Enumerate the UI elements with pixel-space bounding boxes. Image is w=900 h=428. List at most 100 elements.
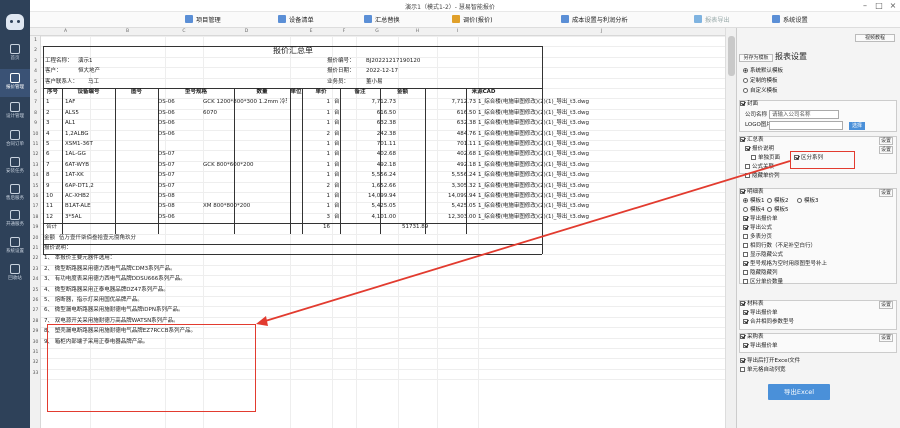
- purchase-opt-0[interactable]: 导出报价单: [743, 343, 778, 350]
- detail-setting-button[interactable]: 设置: [879, 189, 893, 197]
- close-icon[interactable]: ×: [886, 1, 900, 11]
- sidebar-item-service[interactable]: 开通服务: [0, 206, 30, 234]
- open-excel-checkbox[interactable]: 导出后打开Excel文件: [740, 358, 800, 365]
- column-label[interactable]: I: [437, 29, 478, 34]
- column-label[interactable]: J: [478, 29, 725, 34]
- row-label[interactable]: 13: [30, 163, 41, 168]
- purchase-setting-button[interactable]: 设置: [879, 334, 893, 342]
- cover-checkbox[interactable]: 封面: [740, 101, 758, 108]
- save-template-button[interactable]: 另存为模板: [739, 54, 773, 62]
- row-label[interactable]: 6: [30, 90, 41, 95]
- template5-radio[interactable]: 模板5: [767, 207, 789, 214]
- row-label[interactable]: 22: [30, 256, 41, 261]
- column-label[interactable]: D: [203, 29, 290, 34]
- remark-setting-button[interactable]: 设置: [879, 146, 893, 154]
- toolbar-project-button[interactable]: 项目管理: [185, 15, 221, 25]
- detail-opt-1[interactable]: 导出公式: [743, 225, 772, 232]
- select-logo-button[interactable]: 选择: [849, 122, 865, 130]
- detail-opt-4[interactable]: 显示隐藏公式: [743, 252, 783, 259]
- sidebar-item-quote[interactable]: 报价管理: [0, 69, 30, 97]
- company-name-input[interactable]: 请输入公司名称: [769, 110, 839, 119]
- hide-price-checkbox[interactable]: 隐藏单价列: [745, 173, 780, 180]
- row-label[interactable]: 27: [30, 308, 41, 313]
- column-label[interactable]: B: [90, 29, 165, 34]
- row-label[interactable]: 3: [30, 59, 41, 64]
- row-label[interactable]: 16: [30, 194, 41, 199]
- template2-radio[interactable]: 模板2: [767, 198, 789, 205]
- column-label[interactable]: C: [165, 29, 203, 34]
- row-label[interactable]: 11: [30, 142, 41, 147]
- row-label[interactable]: 10: [30, 132, 41, 137]
- row-label[interactable]: 19: [30, 225, 41, 230]
- detail-opt-2[interactable]: 多表分页: [743, 234, 772, 241]
- toolbar-settings-button[interactable]: 系统设置: [772, 15, 808, 25]
- detail-opt-5[interactable]: 型号规格为空时用原图型号补上: [743, 261, 827, 268]
- export-excel-button[interactable]: 导出Excel: [768, 384, 830, 400]
- column-label[interactable]: A: [41, 29, 90, 34]
- row-label[interactable]: 18: [30, 215, 41, 220]
- toolbar-equipment-button[interactable]: 设备清单: [278, 15, 314, 25]
- toolbar-export-button[interactable]: 报表导出: [694, 15, 730, 25]
- option-user-template[interactable]: 自定义模板: [743, 88, 778, 95]
- sidebar-item-contract[interactable]: 合同订单: [0, 126, 30, 154]
- logo-path-input[interactable]: [769, 121, 843, 130]
- row-label[interactable]: 17: [30, 204, 41, 209]
- sidebar-item-aftersale[interactable]: 售后服务: [0, 180, 30, 208]
- toolbar-summary-button[interactable]: 汇总替换: [364, 15, 400, 25]
- column-label[interactable]: G: [356, 29, 398, 34]
- material-setting-button[interactable]: 设置: [879, 301, 893, 309]
- row-label[interactable]: 32: [30, 360, 41, 365]
- row-label[interactable]: 24: [30, 277, 41, 282]
- sidebar-item-home[interactable]: 首页: [0, 40, 30, 68]
- detail-opt-3[interactable]: 相同行数（不足补空白行）: [743, 243, 816, 250]
- row-label[interactable]: 7: [30, 100, 41, 105]
- quote-remark-checkbox[interactable]: 报价说明: [745, 146, 774, 153]
- material-opt-1[interactable]: 合并相同参数型号: [743, 319, 794, 326]
- row-label[interactable]: 12: [30, 152, 41, 157]
- scrollbar-thumb[interactable]: [728, 36, 735, 76]
- material-opt-0[interactable]: 导出报价单: [743, 310, 778, 317]
- option-system-template[interactable]: 系统默认模板: [743, 68, 783, 75]
- row-label[interactable]: 30: [30, 340, 41, 345]
- vertical-scrollbar[interactable]: [725, 28, 736, 428]
- maximize-icon[interactable]: □: [872, 1, 886, 11]
- detail-opt-6[interactable]: 隐藏隐藏列: [743, 270, 778, 277]
- row-label[interactable]: 20: [30, 236, 41, 241]
- toolbar-cost-button[interactable]: 成本设置与利润分析: [561, 15, 628, 25]
- row-label[interactable]: 26: [30, 298, 41, 303]
- row-label[interactable]: 21: [30, 246, 41, 251]
- row-label[interactable]: 9: [30, 121, 41, 126]
- column-label[interactable]: H: [398, 29, 437, 34]
- column-label[interactable]: E: [290, 29, 332, 34]
- summary-checkbox[interactable]: 汇总表: [740, 137, 764, 144]
- row-label[interactable]: 8: [30, 111, 41, 116]
- row-label[interactable]: 14: [30, 173, 41, 178]
- sidebar-item-settings[interactable]: 系统设置: [0, 233, 30, 261]
- minimize-icon[interactable]: –: [858, 1, 872, 11]
- template3-radio[interactable]: 模板3: [797, 198, 819, 205]
- row-label[interactable]: 28: [30, 319, 41, 324]
- detail-opt-0[interactable]: 导出报价单: [743, 216, 778, 223]
- row-label[interactable]: 1: [30, 38, 41, 43]
- sidebar-item-recycle[interactable]: 回收站: [0, 260, 30, 288]
- purchase-checkbox[interactable]: 采购表: [740, 334, 764, 341]
- template4-radio[interactable]: 模板4: [743, 207, 765, 214]
- sidebar-item-design[interactable]: 设计管理: [0, 98, 30, 126]
- row-label[interactable]: 15: [30, 184, 41, 189]
- row-label[interactable]: 29: [30, 329, 41, 334]
- formula-link-checkbox[interactable]: 公式关联: [745, 164, 774, 171]
- video-tutorial-button[interactable]: 视频教程: [855, 34, 895, 42]
- detail-checkbox[interactable]: 明细表: [740, 189, 764, 196]
- separate-page-checkbox[interactable]: 单独页面: [751, 155, 780, 162]
- material-checkbox[interactable]: 材料表: [740, 301, 764, 308]
- row-label[interactable]: 23: [30, 267, 41, 272]
- row-label[interactable]: 4: [30, 69, 41, 74]
- option-custom-template[interactable]: 定制的模板: [743, 78, 778, 85]
- sidebar-item-install[interactable]: 安装任务: [0, 153, 30, 181]
- auto-width-checkbox[interactable]: 单元格自动列宽: [740, 367, 786, 374]
- template1-radio[interactable]: 模板1: [743, 198, 765, 205]
- row-label[interactable]: 5: [30, 80, 41, 85]
- summary-setting-button[interactable]: 设置: [879, 137, 893, 145]
- row-label[interactable]: 33: [30, 371, 41, 376]
- column-label[interactable]: F: [332, 29, 356, 34]
